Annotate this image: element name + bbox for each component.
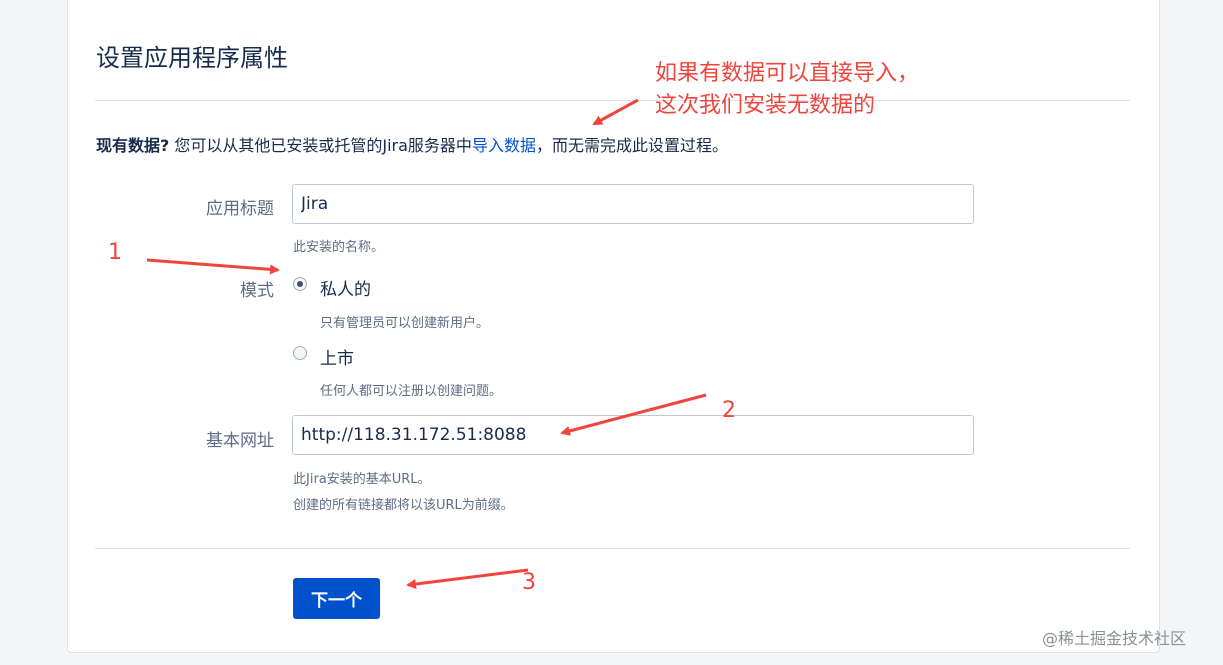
arrow-to-import-link <box>592 98 639 126</box>
annotation-arrows <box>146 98 707 589</box>
arrow-to-mode <box>146 258 280 275</box>
watermark: @稀土掘金技术社区 <box>1042 629 1187 648</box>
arrow-to-next-button <box>406 568 529 589</box>
arrow-to-base-url <box>560 393 707 436</box>
